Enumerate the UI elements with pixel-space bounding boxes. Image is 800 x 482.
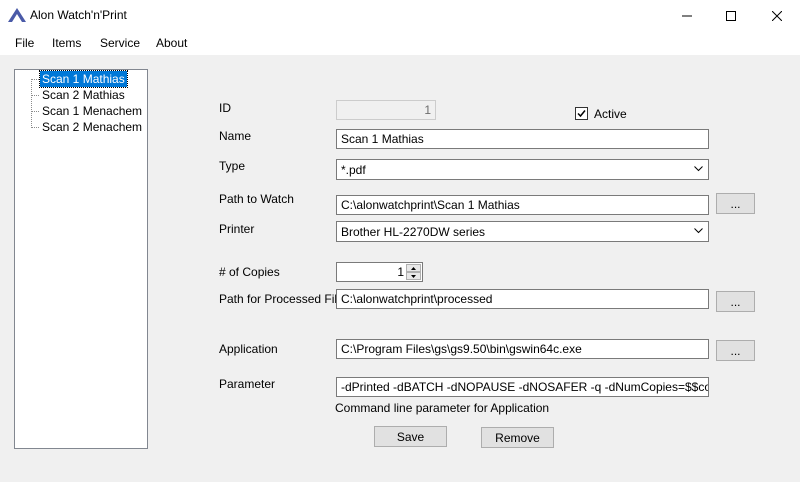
checkmark-icon xyxy=(577,110,586,118)
active-checkbox[interactable] xyxy=(575,107,588,120)
path-processed-input[interactable]: C:\alonwatchprint\processed xyxy=(336,289,709,309)
copies-stepper[interactable]: 1 xyxy=(336,262,423,282)
tree-branch-line xyxy=(31,79,39,80)
close-button[interactable] xyxy=(754,0,800,31)
browse-watch-button[interactable]: ... xyxy=(716,193,755,214)
tree-item-label: Scan 2 Mathias xyxy=(42,88,125,102)
name-label: Name xyxy=(219,129,252,143)
remove-button[interactable]: Remove xyxy=(481,427,554,448)
copies-up-button[interactable] xyxy=(406,264,421,272)
minimize-icon xyxy=(682,15,692,16)
chevron-up-icon xyxy=(411,266,416,270)
app-logo-icon xyxy=(8,8,26,22)
menu-service[interactable]: Service xyxy=(100,36,140,50)
type-label: Type xyxy=(219,159,246,173)
tree-item-scan-2-mathias[interactable]: Scan 2 Mathias xyxy=(31,87,141,103)
tree-item-scan-1-mathias[interactable]: Scan 1 Mathias xyxy=(31,70,141,88)
name-input[interactable]: Scan 1 Mathias xyxy=(336,129,709,149)
copies-down-button[interactable] xyxy=(406,272,421,280)
path-watch-label: Path to Watch xyxy=(219,192,294,206)
printer-label: Printer xyxy=(219,222,255,236)
path-watch-input[interactable]: C:\alonwatchprint\Scan 1 Mathias xyxy=(336,195,709,215)
id-field: 1 xyxy=(336,100,436,120)
id-label: ID xyxy=(219,101,231,115)
title-bar: Alon Watch'n'Print xyxy=(0,0,800,31)
printer-dropdown[interactable]: Brother HL-2270DW series xyxy=(336,221,709,242)
path-processed-label: Path for Processed File xyxy=(219,292,344,306)
menu-file[interactable]: File xyxy=(15,36,34,50)
maximize-button[interactable] xyxy=(708,0,754,31)
save-button[interactable]: Save xyxy=(374,426,447,447)
browse-processed-button[interactable]: ... xyxy=(716,291,755,312)
maximize-icon xyxy=(726,10,736,21)
tree-item-scan-1-menachem[interactable]: Scan 1 Menachem xyxy=(31,103,143,119)
type-dropdown[interactable]: *.pdf xyxy=(336,159,709,180)
chevron-down-icon xyxy=(694,166,703,172)
type-dropdown-value: *.pdf xyxy=(341,163,366,177)
menu-items[interactable]: Items xyxy=(52,36,81,50)
tree-branch-line xyxy=(31,127,39,128)
minimize-button[interactable] xyxy=(664,0,710,31)
application-label: Application xyxy=(219,342,278,356)
parameter-label: Parameter xyxy=(219,377,276,391)
application-input[interactable]: C:\Program Files\gs\gs9.50\bin\gswin64c.… xyxy=(336,339,709,359)
tree-branch-line xyxy=(31,111,39,112)
menu-bar: File Items Service About xyxy=(0,31,800,55)
menu-about[interactable]: About xyxy=(156,36,187,50)
copies-value: 1 xyxy=(397,265,404,279)
chevron-down-icon xyxy=(694,228,703,234)
chevron-down-icon xyxy=(411,274,416,278)
window-title: Alon Watch'n'Print xyxy=(30,8,127,22)
close-icon xyxy=(772,10,782,21)
printer-dropdown-value: Brother HL-2270DW series xyxy=(341,225,486,239)
browse-application-button[interactable]: ... xyxy=(716,340,755,361)
active-label: Active xyxy=(594,107,627,121)
parameter-input[interactable]: -dPrinted -dBATCH -dNOPAUSE -dNOSAFER -q… xyxy=(336,377,709,397)
copies-updown xyxy=(406,264,421,280)
tree-item-scan-2-menachem[interactable]: Scan 2 Menachem xyxy=(31,119,143,135)
scan-tree-view[interactable]: Scan 1 Mathias Scan 2 Mathias Scan 1 Men… xyxy=(14,69,148,449)
tree-item-label: Scan 2 Menachem xyxy=(42,120,143,134)
tree-item-label: Scan 1 Menachem xyxy=(42,104,143,118)
copies-label: # of Copies xyxy=(219,265,280,279)
tree-branch-line xyxy=(31,95,39,96)
parameter-hint: Command line parameter for Application xyxy=(335,401,550,415)
tree-item-label: Scan 1 Mathias xyxy=(39,70,128,88)
